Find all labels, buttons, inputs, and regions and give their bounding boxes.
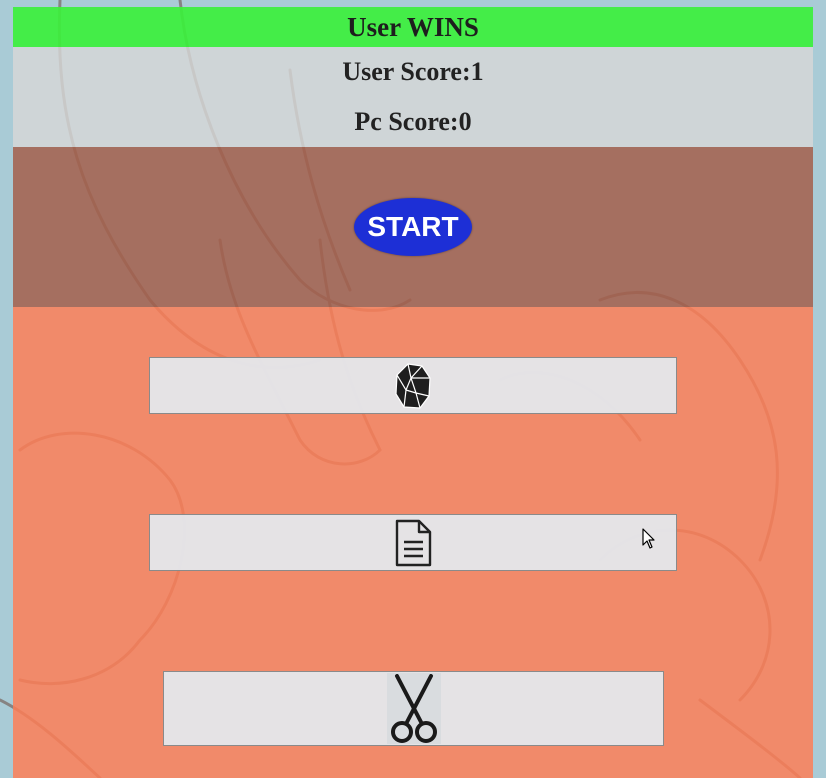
choices-panel — [13, 307, 813, 778]
score-panel: User Score:1 Pc Score:0 — [13, 47, 813, 147]
paper-button[interactable] — [149, 514, 677, 571]
scissors-button[interactable] — [163, 671, 664, 746]
result-banner: User WINS — [13, 7, 813, 47]
user-score: User Score:1 — [342, 57, 484, 86]
start-button[interactable]: START — [354, 198, 472, 256]
mouse-cursor-icon — [642, 528, 655, 549]
paper-document-icon — [395, 519, 432, 566]
scissors-icon — [390, 673, 437, 743]
rock-icon — [395, 362, 431, 409]
game-container: User WINS User Score:1 Pc Score:0 START — [13, 7, 813, 778]
start-panel: START — [13, 147, 813, 307]
result-text: User WINS — [347, 11, 479, 42]
rock-button[interactable] — [149, 357, 677, 414]
pc-score: Pc Score:0 — [354, 107, 472, 136]
scissors-icon-tile — [386, 673, 441, 744]
